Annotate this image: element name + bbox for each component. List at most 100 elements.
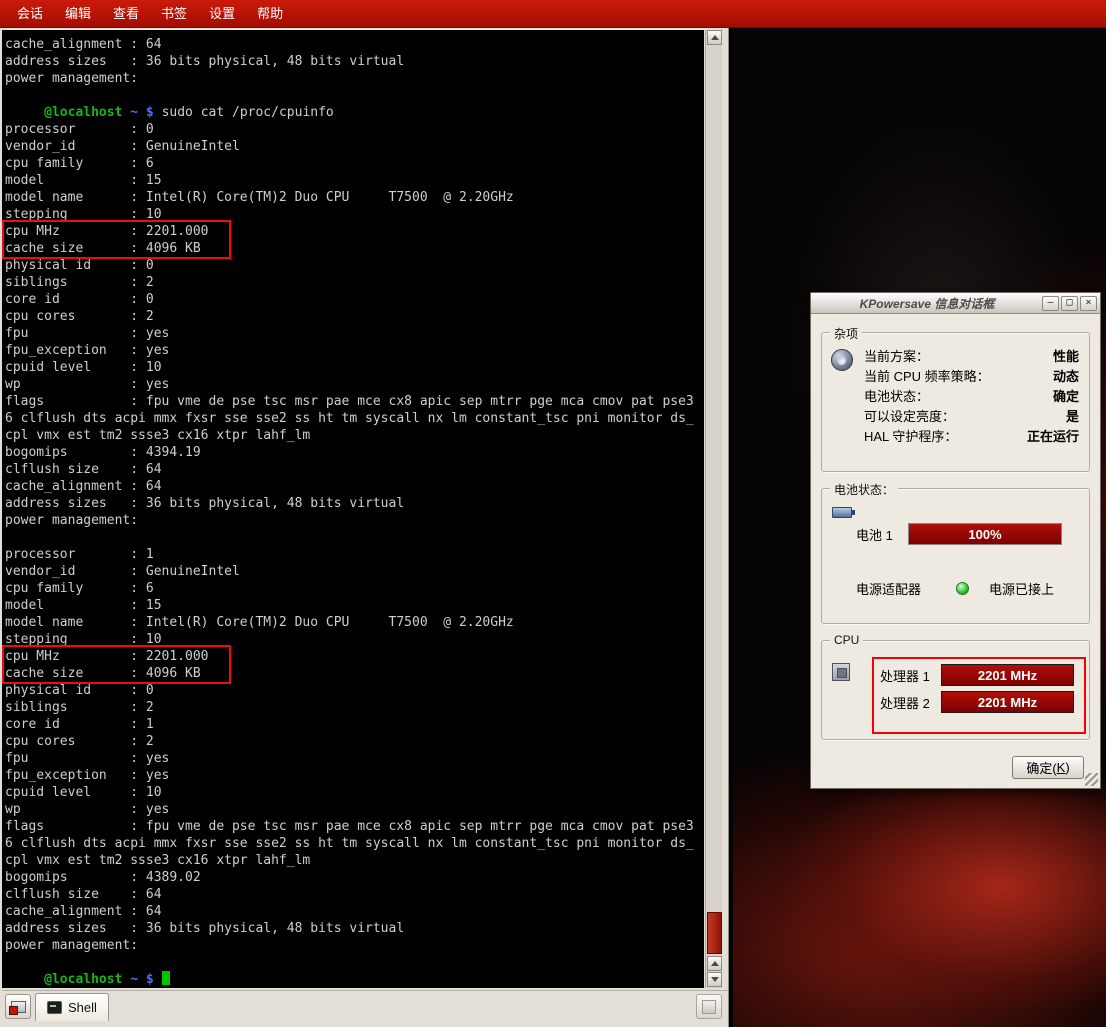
- terminal-line: physical id : 0: [5, 682, 704, 699]
- menu-edit[interactable]: 编辑: [54, 0, 102, 28]
- terminal-line: vendor_id : GenuineIntel: [5, 563, 704, 580]
- terminal-line: stepping : 10: [5, 631, 704, 648]
- terminal-line: model : 15: [5, 172, 704, 189]
- dialog-titlebar[interactable]: KPowersave 信息对话框 – □ ×: [811, 293, 1100, 314]
- tab-label: Shell: [68, 1000, 97, 1015]
- terminal-output: cache_alignment : 64address sizes : 36 b…: [2, 30, 704, 988]
- misc-value: 确定: [1053, 387, 1079, 407]
- group-battery-title: 电池状态：: [830, 481, 898, 498]
- terminal-line: address sizes : 36 bits physical, 48 bit…: [5, 920, 704, 937]
- tab-shell[interactable]: Shell: [35, 993, 109, 1021]
- prompt-part: ~: [122, 105, 145, 120]
- prompt-part: $: [146, 105, 162, 120]
- close-button[interactable]: ×: [1080, 296, 1097, 311]
- session-list-button[interactable]: [696, 994, 722, 1019]
- ok-button[interactable]: 确定(K): [1012, 756, 1084, 779]
- dialog-body: 杂项 当前方案： 性能 当前 CPU 频率策略： 动态 电池状态： 确定: [811, 314, 1100, 779]
- ac-adapter-status: 电源已接上: [989, 579, 1054, 598]
- dialog-buttons-row: 确定(K): [821, 756, 1084, 779]
- prompt-part: @localhost: [44, 972, 122, 987]
- terminal-window: cache_alignment : 64address sizes : 36 b…: [0, 28, 729, 1027]
- terminal-line: siblings : 2: [5, 274, 704, 291]
- menu-session[interactable]: 会话: [6, 0, 54, 28]
- menu-settings[interactable]: 设置: [198, 0, 246, 28]
- scroll-up-button-bottom[interactable]: [707, 956, 722, 971]
- terminal-line: model : 15: [5, 597, 704, 614]
- terminal-line: cpu MHz : 2201.000: [5, 223, 704, 240]
- group-misc-title: 杂项: [830, 325, 862, 342]
- misc-label: 当前方案：: [864, 347, 929, 367]
- scroll-down-button[interactable]: [707, 972, 722, 987]
- menubar: 会话 编辑 查看 书签 设置 帮助: [0, 0, 1106, 28]
- terminal-cursor: [162, 971, 170, 985]
- terminal-line: cache_alignment : 64: [5, 36, 704, 53]
- session-list-icon: [702, 1000, 716, 1014]
- terminal-line: fpu_exception : yes: [5, 342, 704, 359]
- cpu-frequency-bar: 2201 MHz: [941, 691, 1074, 713]
- prompt-part: ~: [122, 972, 145, 987]
- menu-bookmarks[interactable]: 书签: [150, 0, 198, 28]
- ac-adapter-row: 电源适配器 电源已接上: [856, 579, 1077, 598]
- terminal-line: siblings : 2: [5, 699, 704, 716]
- terminal-line: processor : 1: [5, 546, 704, 563]
- ok-label-end: ): [1065, 760, 1069, 775]
- terminal-line: wp : yes: [5, 801, 704, 818]
- terminal-line: flags : fpu vme de pse tsc msr pae mce c…: [5, 393, 704, 410]
- resize-grip[interactable]: [1085, 773, 1098, 786]
- prompt-part: $: [146, 972, 162, 987]
- terminal-line: cpu MHz : 2201.000: [5, 648, 704, 665]
- terminal-scrollbar[interactable]: [705, 30, 722, 988]
- misc-label: HAL 守护程序：: [864, 427, 957, 447]
- session-tabbar: Shell: [2, 990, 728, 1021]
- terminal-line: cache size : 4096 KB: [5, 665, 704, 682]
- terminal-line: power management:: [5, 70, 704, 87]
- battery-progress-value: 100%: [909, 524, 1061, 544]
- ac-plugged-led-icon: [956, 582, 969, 595]
- shell-icon: [47, 1001, 62, 1014]
- terminal-line: cpl vmx est tm2 ssse3 cx16 xtpr lahf_lm: [5, 427, 704, 444]
- terminal-line: clflush size : 64: [5, 461, 704, 478]
- misc-label: 可以设定亮度：: [864, 407, 955, 427]
- terminal-line: cpu cores : 2: [5, 308, 704, 325]
- menu-view[interactable]: 查看: [102, 0, 150, 28]
- terminal-line: cache_alignment : 64: [5, 903, 704, 920]
- terminal-screen[interactable]: cache_alignment : 64address sizes : 36 b…: [2, 30, 704, 988]
- terminal-line: [5, 529, 704, 546]
- misc-row: 当前方案： 性能: [864, 347, 1079, 367]
- terminal-line: address sizes : 36 bits physical, 48 bit…: [5, 495, 704, 512]
- ac-adapter-label: 电源适配器: [856, 579, 948, 598]
- misc-value: 正在运行: [1027, 427, 1079, 447]
- cpu-label: 处理器 2: [880, 693, 934, 712]
- terminal-line: cpuid level : 10: [5, 784, 704, 801]
- terminal-line: core id : 0: [5, 291, 704, 308]
- menu-help[interactable]: 帮助: [246, 0, 294, 28]
- scrollbar-thumb[interactable]: [707, 912, 722, 954]
- terminal-line: vendor_id : GenuineIntel: [5, 138, 704, 155]
- dialog-title: KPowersave 信息对话框: [814, 295, 1040, 312]
- new-session-icon: [11, 1001, 26, 1013]
- new-session-button[interactable]: [5, 994, 31, 1019]
- misc-rows: 当前方案： 性能 当前 CPU 频率策略： 动态 电池状态： 确定 可以设定亮度…: [864, 347, 1079, 447]
- cpu-rows: 处理器 1 2201 MHz 处理器 2 2201 MHz: [880, 664, 1082, 713]
- misc-label: 电池状态：: [864, 387, 929, 407]
- cpu-row: 处理器 1 2201 MHz: [880, 664, 1082, 686]
- minimize-button[interactable]: –: [1042, 296, 1059, 311]
- terminal-line: power management:: [5, 937, 704, 954]
- arrow-up-icon: [711, 961, 719, 966]
- kpowersave-dialog: KPowersave 信息对话框 – □ × 杂项 当前方案： 性能 当前 CP…: [810, 292, 1101, 789]
- misc-value: 性能: [1053, 347, 1079, 367]
- misc-label: 当前 CPU 频率策略：: [864, 367, 990, 387]
- prompt-command: sudo cat /proc/cpuinfo: [162, 105, 334, 120]
- battery-row: 电池 1 100%: [856, 523, 1077, 545]
- terminal-line: model name : Intel(R) Core(TM)2 Duo CPU …: [5, 189, 704, 206]
- maximize-button[interactable]: □: [1061, 296, 1078, 311]
- terminal-line: 6 clflush dts acpi mmx fxsr sse sse2 ss …: [5, 835, 704, 852]
- cpu-row: 处理器 2 2201 MHz: [880, 691, 1082, 713]
- terminal-line: cpu cores : 2: [5, 733, 704, 750]
- cpu-label: 处理器 1: [880, 666, 934, 685]
- terminal-line: core id : 1: [5, 716, 704, 733]
- terminal-line: fpu_exception : yes: [5, 767, 704, 784]
- scroll-up-button[interactable]: [707, 30, 722, 45]
- terminal-line: 6 clflush dts acpi mmx fxsr sse sse2 ss …: [5, 410, 704, 427]
- terminal-line: power management:: [5, 512, 704, 529]
